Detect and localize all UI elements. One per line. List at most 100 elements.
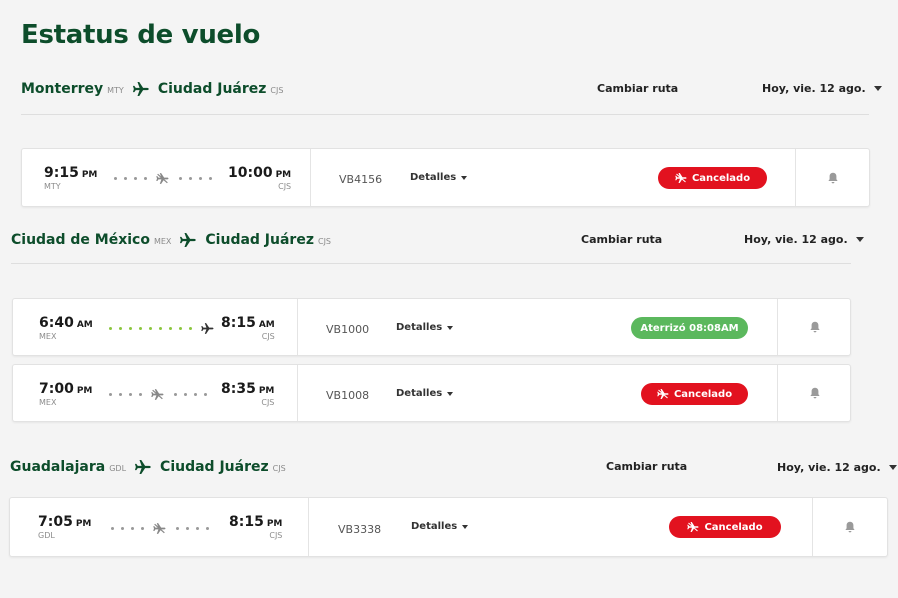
origin-code: GDL — [109, 464, 127, 473]
departure-code: MTY — [44, 182, 61, 191]
plane-icon — [132, 82, 149, 96]
plane-cancelled-icon — [657, 389, 669, 399]
route-divider — [11, 263, 851, 264]
route-header-guadalajara: Guadalajara GDL Ciudad Juárez CJS — [10, 455, 294, 479]
destination-code: CJS — [270, 86, 284, 95]
plane-cancelled-icon — [687, 522, 699, 532]
date-label: Hoy, vie. 12 ago. — [762, 82, 866, 95]
arrival-ampm: AM — [258, 320, 275, 330]
destination-code: CJS — [272, 464, 286, 473]
origin-city: Ciudad de México — [11, 232, 150, 248]
plane-icon — [201, 323, 214, 334]
date-dropdown[interactable]: Hoy, vie. 12 ago. — [744, 233, 864, 246]
destination-code: CJS — [317, 237, 332, 246]
departure: 9:15 PM MTY — [44, 165, 97, 191]
arrival: 10:00 PM CJS — [228, 165, 291, 191]
arrival-ampm: PM — [275, 170, 292, 180]
status-badge: Cancelado — [669, 516, 781, 538]
arrival-time: 8:15 — [221, 315, 256, 331]
plane-icon — [180, 233, 197, 247]
route-header-cdmx: Ciudad de México MEX Ciudad Juárez CJS — [11, 228, 339, 252]
departure-time: 7:00 — [39, 381, 74, 397]
plane-cancelled-icon — [153, 523, 166, 534]
bell-icon[interactable] — [809, 321, 821, 333]
arrival: 8:15 AM CJS — [221, 315, 275, 341]
departure-time: 6:40 — [39, 315, 74, 331]
arrival: 8:15 PM CJS — [229, 514, 282, 540]
status-text: Cancelado — [673, 388, 733, 400]
plane-cancelled-icon — [151, 389, 164, 400]
details-label: Detalles — [396, 322, 443, 333]
bell-icon[interactable] — [809, 387, 821, 399]
arrival-ampm: PM — [258, 386, 275, 396]
departure-ampm: PM — [81, 170, 98, 180]
bell-icon[interactable] — [844, 521, 856, 533]
bell-icon[interactable] — [827, 172, 839, 184]
change-route-button[interactable]: Cambiar ruta — [581, 233, 662, 246]
route-divider — [21, 114, 869, 115]
date-dropdown[interactable]: Hoy, vie. 12 ago. — [762, 82, 882, 95]
arrival-time: 10:00 — [228, 165, 273, 181]
arrival-time: 8:35 — [221, 381, 256, 397]
date-dropdown[interactable]: Hoy, vie. 12 ago. — [777, 461, 897, 474]
departure: 7:05 PM GDL — [38, 514, 91, 540]
departure-ampm: PM — [76, 386, 93, 396]
status-text: Cancelado — [691, 172, 751, 184]
date-label: Hoy, vie. 12 ago. — [744, 233, 848, 246]
arrival-ampm: PM — [266, 519, 283, 529]
details-dropdown[interactable]: Detalles — [396, 388, 454, 399]
chevron-down-icon — [447, 325, 454, 330]
details-dropdown[interactable]: Detalles — [410, 172, 468, 183]
arrival-code: CJS — [261, 332, 275, 341]
arrival: 8:35 PM CJS — [221, 381, 274, 407]
plane-cancelled-icon — [675, 173, 687, 183]
arrival-code: CJS — [269, 531, 283, 540]
chevron-down-icon — [461, 175, 468, 180]
flight-number: VB4156 — [339, 173, 383, 186]
chevron-down-icon — [462, 524, 469, 529]
status-badge: Cancelado — [658, 167, 767, 189]
route-header-monterrey: Monterrey MTY Ciudad Juárez CJS — [21, 77, 291, 101]
plane-cancelled-icon — [156, 173, 169, 184]
details-dropdown[interactable]: Detalles — [411, 521, 469, 532]
flight-card: 9:15 PM MTY 10:00 PM CJS VB4156 Detalles C… — [21, 148, 870, 207]
status-text: Cancelado — [704, 521, 763, 533]
details-dropdown[interactable]: Detalles — [396, 322, 454, 333]
departure-ampm: AM — [76, 320, 93, 330]
flight-card: 7:00 PM MEX 8:35 PM CJS VB1008 Detalles Ca… — [12, 364, 851, 422]
flight-progress — [110, 173, 215, 184]
flight-number: VB3338 — [338, 523, 382, 536]
status-badge: Aterrizó 08:08AM — [631, 317, 748, 339]
departure-time: 9:15 — [44, 165, 79, 181]
page-title: Estatus de vuelo — [21, 20, 261, 50]
flight-number: VB1000 — [326, 323, 370, 336]
destination-city: Ciudad Juárez — [205, 232, 314, 248]
details-label: Detalles — [410, 172, 457, 183]
change-route-button[interactable]: Cambiar ruta — [597, 82, 678, 95]
origin-city: Monterrey — [21, 81, 104, 97]
departure-time: 7:05 — [38, 514, 73, 530]
arrival-code: CJS — [261, 398, 275, 407]
details-label: Detalles — [396, 388, 443, 399]
details-label: Detalles — [411, 521, 458, 532]
plane-icon — [134, 460, 151, 474]
origin-city: Guadalajara — [10, 459, 106, 475]
departure-ampm: PM — [75, 519, 92, 529]
arrival-time: 8:15 — [229, 514, 264, 530]
destination-city: Ciudad Juárez — [160, 459, 269, 475]
arrival-code: CJS — [278, 182, 292, 191]
change-route-button[interactable]: Cambiar ruta — [606, 460, 687, 473]
departure-code: MEX — [39, 332, 57, 341]
origin-code: MEX — [153, 237, 172, 246]
departure-code: MEX — [39, 398, 57, 407]
flight-card: 6:40 AM MEX 8:15 AM CJS VB1000 Detalles At… — [12, 298, 851, 356]
status-badge: Cancelado — [641, 383, 748, 405]
departure: 7:00 PM MEX — [39, 381, 92, 407]
origin-code: MTY — [107, 86, 124, 95]
departure: 6:40 AM MEX — [39, 315, 93, 341]
chevron-down-icon — [888, 465, 897, 470]
flight-progress — [105, 389, 210, 400]
departure-code: GDL — [38, 531, 55, 540]
chevron-down-icon — [447, 391, 454, 396]
destination-city: Ciudad Juárez — [157, 81, 267, 97]
